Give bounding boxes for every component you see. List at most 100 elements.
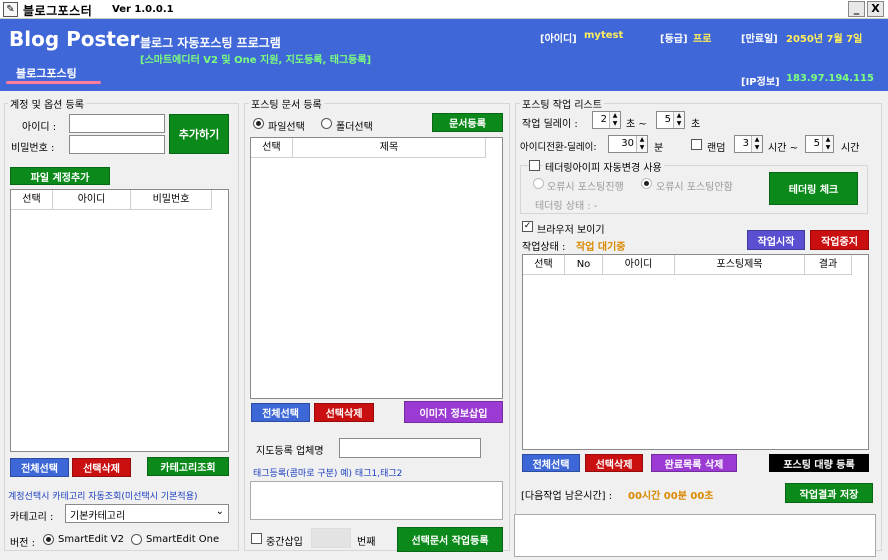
chevron-down-icon: ⌄	[215, 506, 224, 517]
account-delete-button[interactable]: 선택삭제	[72, 458, 131, 477]
docs-list[interactable]: 선택 제목	[250, 137, 503, 399]
map-business-input[interactable]	[339, 438, 481, 458]
ip-label: [IP정보]	[741, 77, 780, 88]
tasks-col-select[interactable]: 선택	[523, 255, 565, 275]
random-min-spinner[interactable]: 3 ▲ ▼	[734, 135, 763, 153]
tab-blog-posting[interactable]: 블로그포스팅	[16, 65, 77, 81]
switch-delay-unit: 분	[654, 143, 664, 154]
delay-label: 작업 딜레이 :	[522, 119, 578, 130]
account-pw-label: 비밀번호 :	[11, 143, 55, 154]
file-select-radio[interactable]	[253, 118, 264, 129]
minimize-button[interactable]: _	[848, 1, 865, 17]
register-task-button[interactable]: 선택문서 작업등록	[397, 527, 503, 552]
window-version: Ver 1.0.0.1	[112, 4, 174, 15]
close-button[interactable]: X	[867, 1, 884, 17]
grade-label: [등급]	[660, 34, 688, 45]
save-results-button[interactable]: 작업결과 저장	[785, 483, 873, 503]
tag-input[interactable]	[250, 481, 503, 520]
ip-value: 183.97.194.115	[786, 73, 874, 84]
folder-select-radio[interactable]	[321, 118, 332, 129]
docs-delete-button[interactable]: 선택삭제	[314, 403, 374, 422]
error-continue-radio[interactable]	[533, 178, 544, 189]
version-v2-radio[interactable]	[43, 534, 54, 545]
tab-active-indicator	[6, 81, 101, 84]
category-lookup-button[interactable]: 카테고리조회	[147, 457, 229, 476]
doc-register-button[interactable]: 문서등록	[432, 113, 503, 132]
grade-value: 프로	[693, 34, 712, 45]
app-logo: Blog Poster	[9, 27, 140, 51]
error-stop-radio[interactable]	[641, 178, 652, 189]
file-add-account-button[interactable]: 파일 계정추가	[10, 167, 110, 185]
random-checkbox[interactable]	[691, 139, 702, 150]
account-col-id[interactable]: 아이디	[53, 190, 131, 210]
delete-completed-button[interactable]: 완료목록 삭제	[651, 454, 737, 472]
version-one-label: SmartEdit One	[146, 534, 220, 545]
spinner-arrows-icon[interactable]: ▲ ▼	[636, 136, 647, 152]
account-id-input[interactable]	[69, 114, 165, 133]
tasks-list[interactable]: 선택 No 아이디 포스팅제목 결과	[522, 254, 869, 450]
tasks-col-no[interactable]: No	[565, 255, 603, 275]
account-id-label: 아이디 :	[22, 122, 57, 133]
next-task-label: [다음작업 남은시간] :	[521, 491, 613, 502]
category-select[interactable]: 기본카테고리 ⌄	[65, 504, 229, 523]
middle-insert-label: 중간삽입	[266, 537, 303, 548]
docs-select-all-button[interactable]: 전체선택	[251, 403, 310, 422]
expiry-label: [만료일]	[741, 34, 778, 45]
middle-insert-unit: 번째	[357, 537, 376, 548]
error-stop-label: 오류시 포스팅안함	[656, 182, 733, 193]
spinner-arrows-icon[interactable]: ▲ ▼	[751, 136, 762, 152]
tethering-status: 테더링 상태 : -	[535, 201, 598, 212]
tasks-col-result[interactable]: 결과	[805, 255, 852, 275]
app-features: [스마트에디터 V2 및 One 지원, 지도등록, 태그등록]	[140, 55, 372, 66]
spinner-arrows-icon[interactable]: ▲ ▼	[822, 136, 833, 152]
folder-select-label: 폴더선택	[336, 122, 373, 133]
spinner-arrows-icon[interactable]: ▲ ▼	[673, 112, 684, 128]
account-pw-input[interactable]	[69, 135, 165, 154]
middle-insert-checkbox[interactable]	[251, 533, 262, 544]
show-browser-checkbox[interactable]: ✓	[522, 221, 533, 232]
tasks-col-title[interactable]: 포스팅제목	[675, 255, 805, 275]
log-textbox[interactable]	[514, 514, 876, 557]
auto-category-note: 계정선택시 카테고리 자동조회(미선택시 기본적용)	[8, 492, 198, 502]
file-select-label: 파일선택	[268, 122, 305, 133]
image-info-insert-button[interactable]: 이미지 정보삽입	[404, 401, 503, 423]
expiry-value: 2050년 7월 7일	[786, 34, 863, 45]
tasks-col-id[interactable]: 아이디	[603, 255, 675, 275]
tasks-delete-button[interactable]: 선택삭제	[585, 454, 643, 472]
account-col-select[interactable]: 선택	[11, 190, 53, 210]
tasks-select-all-button[interactable]: 전체선택	[522, 454, 580, 472]
docs-col-select[interactable]: 선택	[251, 138, 293, 158]
random-max-spinner[interactable]: 5 ▲ ▼	[805, 135, 834, 153]
version-one-radio[interactable]	[131, 534, 142, 545]
docs-group-title: 포스팅 문서 등록	[249, 96, 324, 111]
middle-insert-input[interactable]	[311, 528, 351, 548]
random-unit: 시간	[841, 143, 860, 154]
switch-delay-spinner[interactable]: 30 ▲ ▼	[608, 135, 648, 153]
delay-tilde: 초 ~	[626, 119, 647, 130]
switch-delay-label: 아이디전환-딜레이:	[520, 142, 597, 153]
category-select-value: 기본카테고리	[70, 511, 126, 522]
bulk-register-button[interactable]: 포스팅 대량 등록	[769, 454, 869, 472]
id-value: mytest	[584, 30, 624, 41]
app-icon: ✎	[3, 2, 18, 17]
version-v2-label: SmartEdit V2	[58, 534, 124, 545]
id-label: [아이디]	[540, 34, 577, 45]
docs-col-title[interactable]: 제목	[293, 138, 486, 158]
error-continue-label: 오류시 포스팅진행	[547, 182, 624, 193]
add-account-button[interactable]: 추가하기	[169, 114, 229, 154]
stop-task-button[interactable]: 작업중지	[810, 230, 869, 250]
delay-unit: 초	[691, 119, 701, 130]
tag-label: 태그등록(콤마로 구분) 예) 태그1,태그2	[253, 469, 403, 479]
tethering-check-button[interactable]: 테더링 체크	[769, 172, 858, 205]
app-header: Blog Poster 블로그 자동포스팅 프로그램 [스마트에디터 V2 및 …	[0, 19, 888, 91]
random-label: 랜덤	[707, 143, 726, 154]
account-list[interactable]: 선택 아이디 비밀번호	[10, 189, 229, 452]
account-col-password[interactable]: 비밀번호	[131, 190, 212, 210]
random-min-value: 3	[742, 138, 749, 149]
delay-min-spinner[interactable]: 2 ▲ ▼	[592, 111, 621, 129]
start-task-button[interactable]: 작업시작	[747, 230, 805, 250]
spinner-arrows-icon[interactable]: ▲ ▼	[609, 112, 620, 128]
tethering-checkbox[interactable]	[529, 160, 540, 171]
account-select-all-button[interactable]: 전체선택	[10, 458, 69, 477]
delay-max-spinner[interactable]: 5 ▲ ▼	[656, 111, 685, 129]
